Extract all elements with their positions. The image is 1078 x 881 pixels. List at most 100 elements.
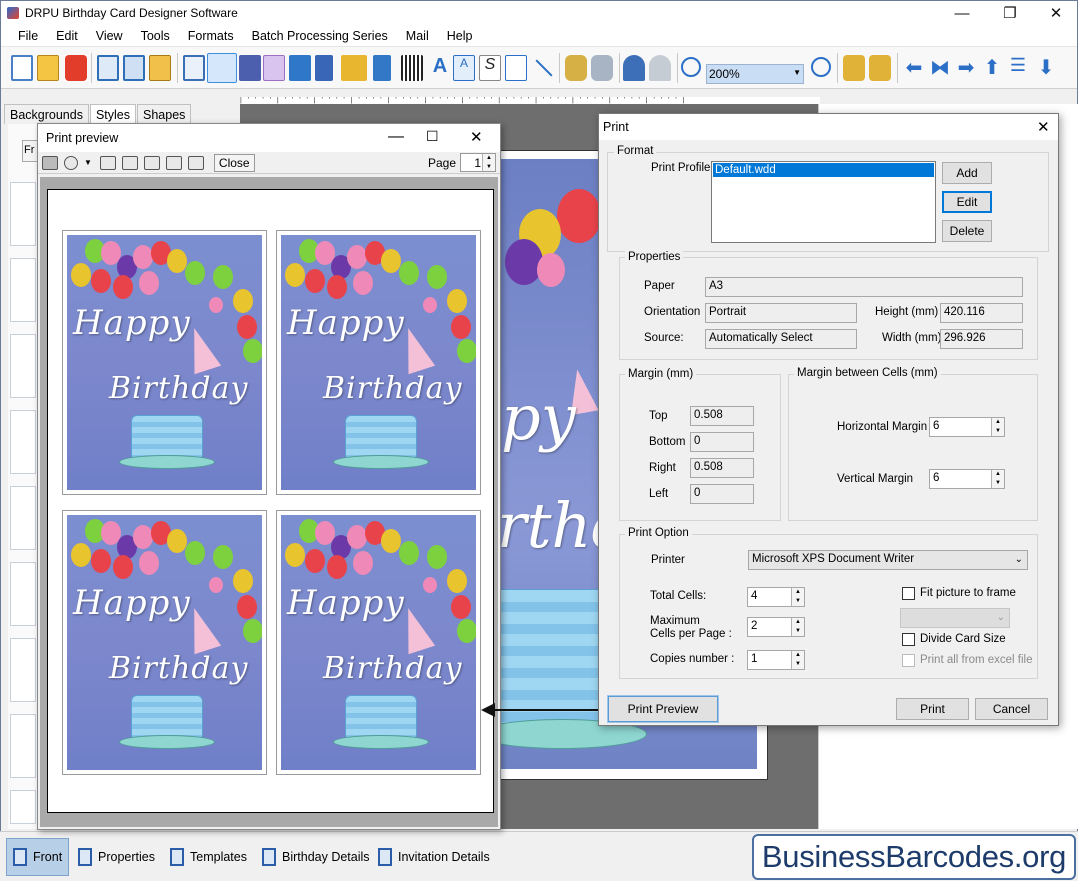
unlock-icon[interactable]: [869, 55, 891, 81]
tab-backgrounds[interactable]: Backgrounds: [4, 104, 89, 124]
tab-properties[interactable]: Properties: [72, 838, 161, 876]
arrow-up-icon[interactable]: ⬆: [981, 55, 1003, 81]
style-thumb[interactable]: [10, 258, 36, 322]
width-field[interactable]: 296.926: [940, 329, 1023, 349]
barcode-icon[interactable]: [401, 55, 423, 81]
copies-spinner[interactable]: ▲ ▼: [791, 651, 804, 669]
close-icon[interactable]: ✕: [470, 128, 483, 146]
align-icon[interactable]: ☰: [1007, 55, 1029, 81]
total-cells-input[interactable]: 4 ▲ ▼: [747, 587, 805, 607]
tab-templates[interactable]: Templates: [164, 838, 253, 876]
tab-invitation-details[interactable]: Invitation Details: [372, 838, 496, 876]
vertical-margin-spinner[interactable]: ▲ ▼: [991, 470, 1004, 488]
edit-profile-button[interactable]: Edit: [942, 191, 992, 213]
profile-item-default[interactable]: Default.wdd: [713, 163, 934, 177]
tab-front[interactable]: Front: [6, 838, 70, 876]
open-icon[interactable]: [37, 55, 59, 81]
style-thumb[interactable]: [10, 486, 36, 550]
minimize-button[interactable]: —: [939, 1, 985, 25]
bottom-margin-field[interactable]: 0: [690, 432, 754, 452]
style-thumb[interactable]: [10, 410, 36, 474]
undo-icon[interactable]: [623, 55, 645, 81]
print-all-excel-checkbox[interactable]: [902, 654, 915, 667]
max-cells-input[interactable]: 2 ▲ ▼: [747, 617, 805, 637]
left-margin-field[interactable]: 0: [690, 484, 754, 504]
menu-file[interactable]: File: [9, 29, 47, 43]
vertical-margin-input[interactable]: 6 ▲ ▼: [929, 469, 1005, 489]
printer-select[interactable]: Microsoft XPS Document Writer ⌄: [748, 550, 1028, 570]
close-preview-button[interactable]: Close: [213, 153, 255, 172]
zoom-in-icon[interactable]: [681, 57, 701, 77]
print-icon[interactable]: [207, 53, 237, 83]
style-thumb[interactable]: [10, 182, 36, 246]
line-icon[interactable]: [531, 55, 553, 81]
menu-mail[interactable]: Mail: [397, 29, 438, 43]
chevron-down-icon[interactable]: ▼: [84, 158, 92, 167]
redo-icon[interactable]: [649, 55, 671, 81]
close-icon[interactable]: ✕: [1037, 118, 1050, 136]
save-icon[interactable]: [97, 55, 119, 81]
export-icon[interactable]: [149, 55, 171, 81]
six-page-icon[interactable]: [187, 155, 204, 170]
add-profile-button[interactable]: Add: [942, 162, 992, 184]
shape-icon[interactable]: [341, 55, 367, 81]
database-settings-icon[interactable]: [591, 55, 613, 81]
flip-icon[interactable]: ⧓: [929, 55, 951, 81]
maximize-icon[interactable]: ☐: [426, 128, 439, 145]
source-field[interactable]: Automatically Select: [705, 329, 857, 349]
menu-edit[interactable]: Edit: [47, 29, 87, 43]
style-thumb[interactable]: [10, 562, 36, 626]
height-field[interactable]: 420.116: [940, 303, 1023, 323]
menu-formats[interactable]: Formats: [179, 29, 243, 43]
style-thumb[interactable]: [10, 638, 36, 702]
menu-view[interactable]: View: [87, 29, 132, 43]
delete-profile-button[interactable]: Delete: [942, 220, 992, 242]
gift-icon[interactable]: [263, 55, 285, 81]
tab-shapes[interactable]: Shapes: [137, 104, 192, 124]
text-icon[interactable]: A: [429, 55, 451, 81]
print-button[interactable]: Print: [896, 698, 969, 720]
signature-icon[interactable]: S: [479, 55, 501, 81]
pen-icon[interactable]: [315, 55, 333, 81]
style-thumb[interactable]: [10, 334, 36, 398]
fit-picture-select[interactable]: ⌄: [900, 608, 1010, 628]
print-profile-list[interactable]: Default.wdd: [711, 161, 936, 243]
horizontal-margin-spinner[interactable]: ▲ ▼: [991, 418, 1004, 436]
zoom-out-icon[interactable]: [811, 57, 831, 77]
close-doc-icon[interactable]: [65, 55, 87, 81]
print-preview-button[interactable]: Print Preview: [608, 696, 718, 722]
print-batch-icon[interactable]: [239, 55, 261, 81]
lock-icon[interactable]: [843, 55, 865, 81]
page-setup-icon[interactable]: [183, 55, 205, 81]
fit-picture-checkbox[interactable]: [902, 587, 915, 600]
minimize-icon[interactable]: —: [388, 128, 404, 146]
max-cells-spinner[interactable]: ▲ ▼: [791, 618, 804, 636]
copies-input[interactable]: 1 ▲ ▼: [747, 650, 805, 670]
arrow-left-icon[interactable]: ⬅: [903, 55, 925, 81]
zoom-select[interactable]: 200% ▼: [706, 64, 804, 84]
magnifier-icon[interactable]: [64, 155, 78, 170]
style-thumb[interactable]: [10, 714, 36, 778]
arrow-right-icon[interactable]: ➡: [955, 55, 977, 81]
two-page-icon[interactable]: [121, 155, 138, 170]
printer-icon[interactable]: [42, 155, 58, 170]
close-window-button[interactable]: ✕: [1033, 1, 1077, 25]
one-page-icon[interactable]: [99, 155, 116, 170]
page-number-input[interactable]: 1 ▲ ▼: [460, 153, 496, 172]
image-icon[interactable]: [289, 55, 311, 81]
mail-icon[interactable]: [505, 55, 527, 81]
divide-card-checkbox[interactable]: [902, 633, 915, 646]
page-spinner[interactable]: ▲ ▼: [482, 154, 495, 171]
menu-tools[interactable]: Tools: [132, 29, 179, 43]
horizontal-margin-input[interactable]: 6 ▲ ▼: [929, 417, 1005, 437]
tab-birthday-details[interactable]: Birthday Details: [256, 838, 376, 876]
pencil-icon[interactable]: [373, 55, 391, 81]
menu-help[interactable]: Help: [438, 29, 482, 43]
four-page-icon[interactable]: [165, 155, 182, 170]
three-page-icon[interactable]: [143, 155, 160, 170]
total-cells-spinner[interactable]: ▲ ▼: [791, 588, 804, 606]
tab-styles[interactable]: Styles: [89, 104, 137, 124]
arrow-down-icon[interactable]: ⬇: [1035, 55, 1057, 81]
right-margin-field[interactable]: 0.508: [690, 458, 754, 478]
word-art-icon[interactable]: A: [453, 55, 475, 81]
